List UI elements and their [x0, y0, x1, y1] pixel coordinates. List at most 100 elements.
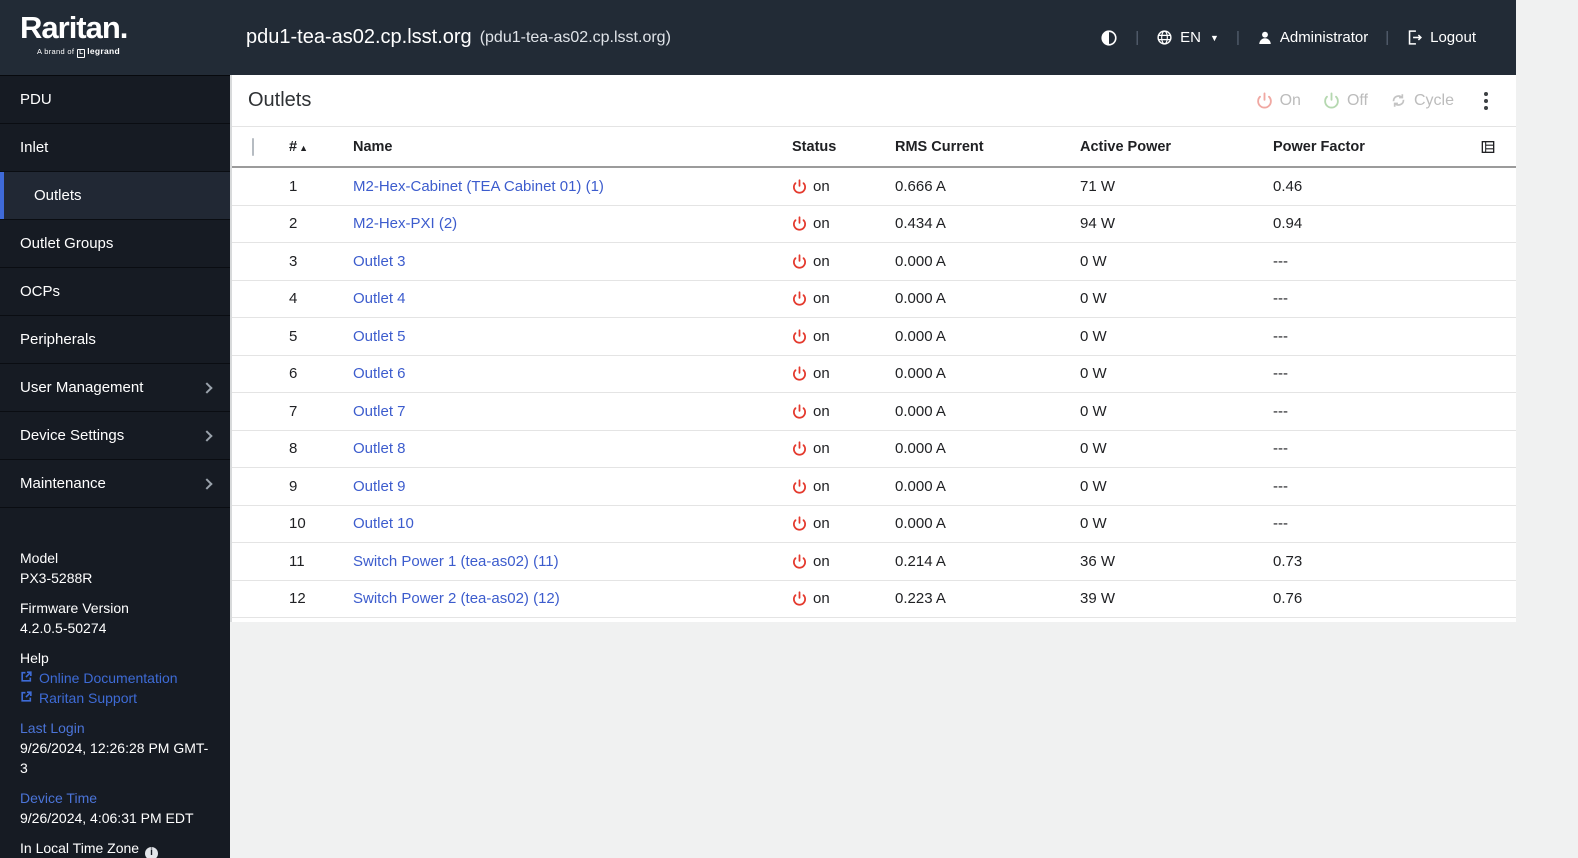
power-off-button[interactable]: Off: [1323, 92, 1368, 110]
power-cycle-button[interactable]: Cycle: [1390, 92, 1454, 110]
sidebar-item-user-management[interactable]: User Management: [0, 364, 230, 412]
sidebar-item-maintenance[interactable]: Maintenance: [0, 460, 230, 508]
table-row: 9 Outlet 9 on 0.000 A 0 W ---: [232, 468, 1516, 506]
logout-button[interactable]: Logout: [1406, 29, 1476, 46]
raritan-logo[interactable]: Raritan. A brand of Llegrand: [20, 11, 128, 58]
sidebar-info: Model PX3-5288R Firmware Version 4.2.0.5…: [0, 508, 230, 858]
outlet-name-link[interactable]: Outlet 6: [353, 365, 406, 382]
outlet-name-link[interactable]: Outlet 9: [353, 478, 406, 495]
raritan-support-label: Raritan Support: [39, 690, 138, 706]
active-power-value: 0 W: [1080, 327, 1107, 345]
column-header-status[interactable]: Status: [792, 139, 895, 155]
status-text: on: [813, 402, 830, 420]
table-row: 5 Outlet 5 on 0.000 A 0 W ---: [232, 318, 1516, 356]
outlet-name-link[interactable]: Switch Power 1 (tea-as02) (11): [353, 553, 559, 570]
table-row: 6 Outlet 6 on 0.000 A 0 W ---: [232, 356, 1516, 393]
outlet-name-link[interactable]: Outlet 3: [353, 253, 406, 270]
last-login-link[interactable]: Last Login: [20, 718, 210, 738]
power-on-status-icon: [792, 404, 807, 419]
sidebar-item-outlet-groups[interactable]: Outlet Groups: [0, 220, 230, 268]
user-menu[interactable]: Administrator: [1257, 29, 1368, 46]
power-on-status-icon: [792, 366, 807, 381]
sidebar-item-inlet[interactable]: Inlet: [0, 124, 230, 172]
user-icon: [1257, 30, 1273, 46]
rms-current-value: 0.000 A: [895, 515, 946, 533]
status-text: on: [813, 552, 830, 570]
outlet-status: on: [792, 478, 895, 495]
cycle-icon: [1390, 92, 1407, 109]
outlet-status: on: [792, 365, 895, 382]
more-options-menu[interactable]: [1478, 88, 1494, 114]
table-row: 2 M2-Hex-PXI (2) on 0.434 A 94 W 0.94: [232, 206, 1516, 243]
rms-current-value: 0.000 A: [895, 402, 946, 420]
power-factor-value: ---: [1273, 327, 1288, 345]
device-hostname: pdu1-tea-as02.cp.lsst.org: [246, 26, 472, 48]
outlet-status: on: [792, 253, 895, 270]
column-header-number[interactable]: # ▲: [289, 139, 353, 155]
logout-icon: [1406, 29, 1423, 46]
model-label: Model: [20, 550, 59, 566]
outlet-number: 11: [289, 552, 305, 570]
column-header-rms-current[interactable]: RMS Current: [895, 139, 1080, 155]
table-row: 11 Switch Power 1 (tea-as02) (11) on 0.2…: [232, 543, 1516, 581]
active-power-value: 71 W: [1080, 177, 1116, 195]
info-icon[interactable]: i: [145, 846, 159, 858]
sidebar-item-pdu[interactable]: PDU: [0, 76, 230, 124]
active-power-value: 94 W: [1080, 215, 1116, 233]
outlet-name-link[interactable]: Outlet 8: [353, 440, 406, 457]
outlet-actions: On Off Cycle: [1256, 88, 1494, 114]
power-on-status-icon: [792, 554, 807, 569]
outlets-table-body: 1 M2-Hex-Cabinet (TEA Cabinet 01) (1) on…: [232, 168, 1516, 618]
select-all-checkbox[interactable]: [252, 137, 254, 156]
device-title: pdu1-tea-as02.cp.lsst.org (pdu1-tea-as02…: [246, 0, 671, 75]
active-power-value: 36 W: [1080, 552, 1116, 570]
username-label: Administrator: [1279, 29, 1369, 46]
outlet-name-link[interactable]: Outlet 5: [353, 328, 406, 345]
status-text: on: [813, 477, 830, 495]
outlet-status: on: [792, 328, 895, 345]
power-factor-value: ---: [1273, 477, 1288, 495]
column-settings-icon[interactable]: [1480, 139, 1496, 155]
power-on-status-icon: [792, 591, 807, 606]
top-bar: Raritan. A brand of Llegrand pdu1-tea-as0…: [0, 0, 1516, 75]
page-title: Outlets: [248, 89, 312, 111]
sidebar-item-ocps[interactable]: OCPs: [0, 268, 230, 316]
language-selector[interactable]: EN ▼: [1156, 29, 1219, 46]
status-text: on: [813, 515, 830, 533]
sidebar-item-device-settings[interactable]: Device Settings: [0, 412, 230, 460]
column-header-name[interactable]: Name: [353, 139, 792, 155]
outlet-number: 6: [289, 365, 298, 383]
external-link-icon: [20, 668, 33, 688]
active-power-value: 0 W: [1080, 440, 1107, 458]
outlet-name-link[interactable]: Outlet 7: [353, 403, 406, 420]
device-hostname-alias: (pdu1-tea-as02.cp.lsst.org): [479, 28, 671, 46]
power-on-status-icon: [792, 441, 807, 456]
power-on-button[interactable]: On: [1256, 92, 1301, 110]
sidebar-item-label: Device Settings: [20, 427, 125, 444]
online-documentation-link[interactable]: Online Documentation: [20, 668, 210, 688]
outlet-status: on: [792, 553, 895, 570]
power-factor-value: ---: [1273, 402, 1288, 420]
outlet-name-link[interactable]: M2-Hex-PXI (2): [353, 215, 457, 232]
outlet-name-link[interactable]: Outlet 10: [353, 515, 414, 532]
app-window: Raritan. A brand of Llegrand pdu1-tea-as0…: [0, 0, 1516, 858]
column-header-active-power[interactable]: Active Power: [1080, 139, 1273, 155]
power-off-icon: [1323, 92, 1340, 109]
column-header-power-factor[interactable]: Power Factor: [1273, 139, 1472, 155]
separator: |: [1385, 29, 1390, 46]
sidebar-item-peripherals[interactable]: Peripherals: [0, 316, 230, 364]
power-factor-value: 0.94: [1273, 215, 1303, 233]
theme-contrast-icon[interactable]: [1100, 29, 1118, 47]
raritan-support-link[interactable]: Raritan Support: [20, 688, 210, 708]
last-login-section: Last Login 9/26/2024, 12:26:28 PM GMT-3: [20, 718, 210, 778]
firmware-value: 4.2.0.5-50274: [20, 620, 107, 636]
logout-label: Logout: [1430, 29, 1476, 46]
rms-current-value: 0.434 A: [895, 215, 946, 233]
power-factor-value: 0.46: [1273, 177, 1303, 195]
outlet-name-link[interactable]: Switch Power 2 (tea-as02) (12): [353, 590, 560, 607]
sidebar-item-outlets[interactable]: Outlets: [0, 172, 230, 220]
device-time-link[interactable]: Device Time: [20, 788, 210, 808]
sidebar-item-label: User Management: [20, 379, 144, 396]
outlet-name-link[interactable]: M2-Hex-Cabinet (TEA Cabinet 01) (1): [353, 178, 604, 195]
outlet-name-link[interactable]: Outlet 4: [353, 290, 406, 307]
